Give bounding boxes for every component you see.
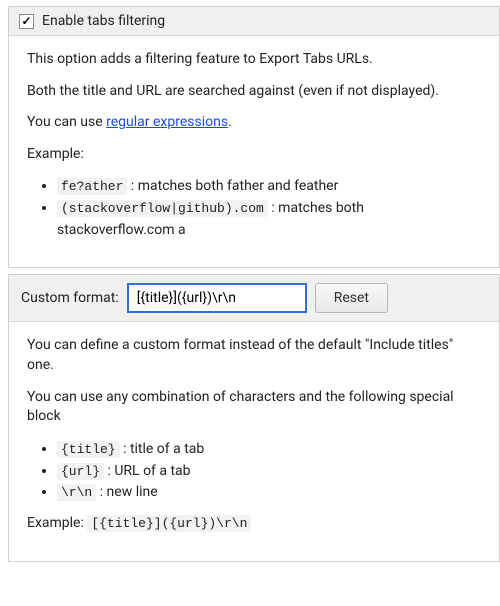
list-item: {title} : title of a tab [57, 439, 481, 461]
custom-format-input[interactable] [127, 283, 307, 313]
example-label: Example: [27, 145, 481, 165]
list-item: {url} : URL of a tab [57, 461, 481, 483]
custom-format-blocks-list: {title} : title of a tab {url} : URL of … [27, 439, 481, 504]
filtering-desc-3: You can use regular expressions. [27, 113, 481, 133]
list-item: fe?ather : matches both father and feath… [57, 176, 481, 198]
filtering-examples-list: fe?ather : matches both father and feath… [27, 176, 481, 241]
block-code: \r\n [57, 484, 96, 501]
custom-format-example: Example: [{title}]({url})\r\n [27, 514, 481, 534]
section-body: You can define a custom format instead o… [9, 322, 499, 561]
example-code: [{title}]({url})\r\n [87, 515, 251, 532]
regex-link[interactable]: regular expressions [106, 114, 228, 130]
reset-button[interactable]: Reset [315, 283, 388, 313]
list-item: \r\n : new line [57, 482, 481, 504]
section-header: Custom format: Reset [9, 275, 499, 322]
checkbox-label: Enable tabs filtering [42, 13, 165, 29]
section-body: This option adds a filtering feature to … [9, 36, 499, 267]
custom-format-desc-1: You can define a custom format instead o… [27, 336, 481, 375]
example-code: (stackoverflow|github).com [57, 200, 268, 217]
section-header: Enable tabs filtering [9, 7, 499, 36]
enable-tabs-filtering-section: Enable tabs filtering This option adds a… [8, 6, 500, 268]
custom-format-label: Custom format: [21, 290, 119, 306]
enable-tabs-filtering-checkbox[interactable] [19, 14, 34, 29]
block-code: {url} [57, 463, 104, 480]
filtering-desc-1: This option adds a filtering feature to … [27, 50, 481, 70]
filtering-desc-2: Both the title and URL are searched agai… [27, 82, 481, 102]
list-item: (stackoverflow|github).com : matches bot… [57, 198, 481, 241]
block-code: {title} [57, 441, 120, 458]
custom-format-desc-2: You can use any combination of character… [27, 388, 481, 427]
custom-format-section: Custom format: Reset You can define a cu… [8, 274, 500, 562]
example-code: fe?ather [57, 178, 127, 195]
